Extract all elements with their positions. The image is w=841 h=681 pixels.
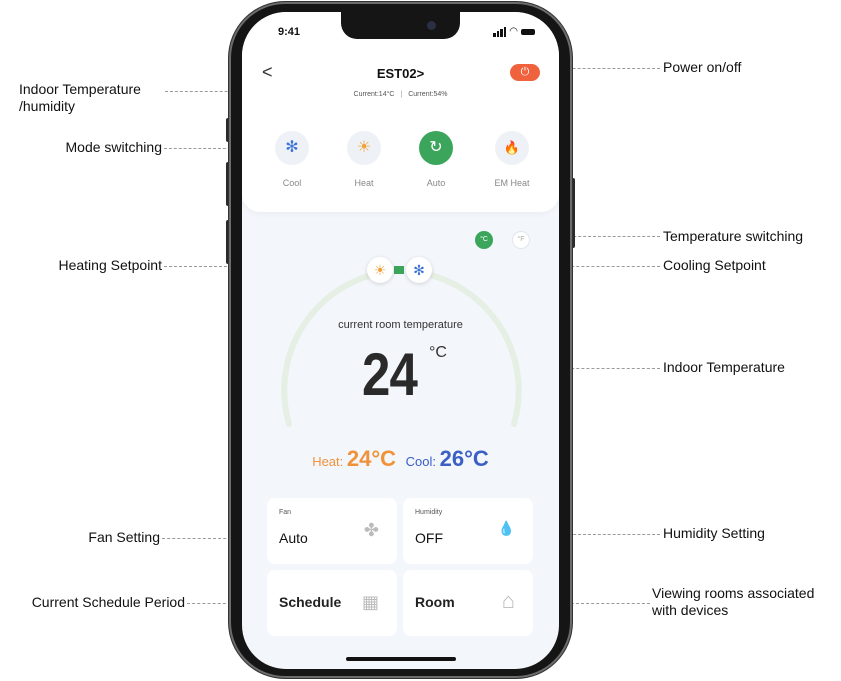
cool-setpoint-value[interactable]: 26°C [440, 446, 489, 471]
callout-humidity-setting: Humidity Setting [663, 525, 765, 541]
cooling-setpoint-handle[interactable]: ✻ [406, 257, 432, 283]
app-screen: 9:41 ◠ < EST02> ⏻ Current:14°C | Current… [242, 12, 559, 669]
fan-icon: ✤ [363, 520, 379, 540]
schedule-tile-label: Schedule [279, 594, 342, 610]
calendar-icon: ▦ [361, 592, 379, 612]
setpoint-range-bar [394, 266, 404, 274]
room-temperature-unit: °C [429, 344, 447, 361]
humidity-tile-value: OFF [415, 530, 443, 546]
humidity-tile-title: Humidity [415, 509, 443, 516]
schedule-tile[interactable]: Schedule ▦ [267, 570, 397, 636]
room-tile[interactable]: Room ⌂ [403, 570, 533, 636]
heat-setpoint-value[interactable]: 24°C [347, 446, 396, 471]
room-temperature-value: 24 [362, 341, 418, 408]
fan-tile-title: Fan [279, 509, 292, 516]
heating-setpoint-handle[interactable]: ☀ [367, 257, 393, 283]
fan-tile[interactable]: Fan Auto ✤ [267, 498, 397, 564]
callout-power: Power on/off [663, 59, 742, 75]
callout-cooling-setpoint: Cooling Setpoint [663, 257, 766, 273]
heat-setpoint-label: Heat: [312, 454, 344, 469]
callout-fan-setting: Fan Setting [88, 529, 160, 545]
callout-current-schedule-period: Current Schedule Period [31, 594, 185, 610]
house-icon: ⌂ [501, 588, 515, 613]
sun-icon: ☀ [373, 262, 387, 278]
cool-setpoint-label: Cool: [405, 454, 437, 469]
humidity-tile[interactable]: Humidity OFF 💧 [403, 498, 533, 564]
water-drop-icon: 💧 [497, 520, 515, 536]
callout-indoor-temp-humidity: Indoor Temperature /humidity [19, 81, 141, 114]
room-temperature-label: current room temperature [338, 319, 463, 331]
callout-indoor-temperature: Indoor Temperature [663, 359, 785, 375]
snowflake-icon: ✻ [413, 262, 425, 278]
fan-tile-value: Auto [279, 530, 308, 546]
room-tile-label: Room [415, 594, 455, 610]
setpoints-summary: Heat: 24°C Cool: 26°C [242, 446, 559, 472]
callout-viewing-rooms: Viewing rooms associated with devices [652, 585, 815, 618]
callout-heating-setpoint: Heating Setpoint [58, 257, 162, 273]
callout-temperature-switching: Temperature switching [663, 228, 804, 244]
callout-mode-switching: Mode switching [65, 139, 163, 155]
home-indicator[interactable] [346, 657, 456, 661]
